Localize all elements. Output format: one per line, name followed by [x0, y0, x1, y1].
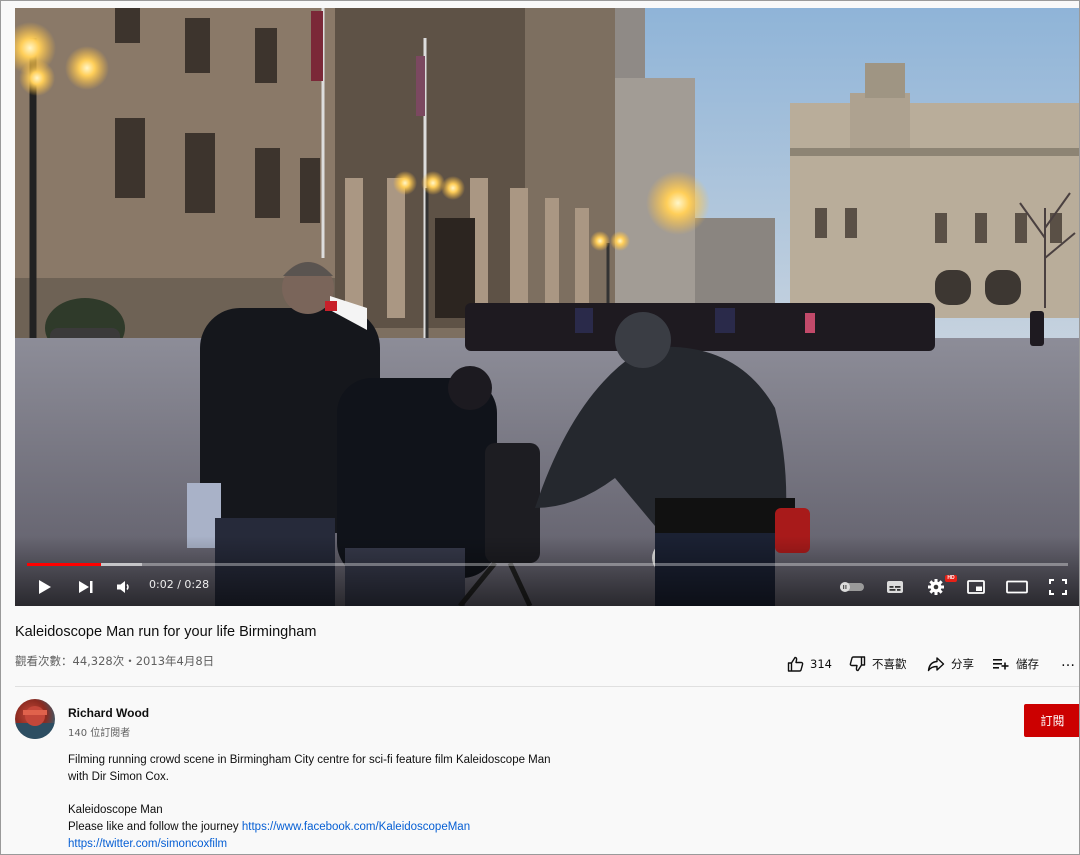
description-line-3: Kaleidoscope Man	[68, 804, 163, 816]
channel-name[interactable]: Richard Wood	[68, 706, 149, 720]
like-button[interactable]: 314	[787, 653, 832, 675]
subtitles-icon	[887, 581, 903, 593]
progress-played	[27, 563, 102, 566]
description-line-5: https://twitter.com/simoncoxfilm	[68, 836, 227, 853]
dislike-button[interactable]: 不喜歡	[849, 653, 907, 675]
miniplayer-icon	[967, 580, 985, 594]
video-title: Kaleidoscope Man run for your life Birmi…	[15, 624, 317, 640]
youtube-watch-page: 0:02 / 0:28 HD Kaleidoscope Man run for …	[0, 0, 1080, 855]
controls-gradient	[15, 536, 1079, 606]
settings-icon	[928, 579, 944, 595]
channel-avatar[interactable]	[15, 699, 55, 739]
time-separator: /	[173, 578, 185, 591]
description-line-2: with Dir Simon Cox.	[68, 771, 169, 783]
next-button[interactable]	[74, 573, 98, 601]
description-follow-text: Please like and follow the journey	[68, 821, 242, 833]
more-icon: …	[1061, 654, 1075, 670]
subscriber-count: 140 位訂閱者	[68, 728, 131, 739]
hd-badge: HD	[945, 575, 957, 582]
duration: 0:28	[184, 578, 210, 591]
fullscreen-icon	[1049, 579, 1067, 595]
twitter-link[interactable]: https://twitter.com/simoncoxfilm	[68, 838, 227, 850]
share-label: 分享	[951, 657, 974, 671]
progress-bar[interactable]	[27, 563, 1068, 566]
avatar-image	[15, 706, 55, 739]
volume-icon	[117, 581, 129, 593]
thumbs-up-icon	[787, 656, 804, 672]
theater-mode-button[interactable]	[1003, 573, 1031, 601]
description-line-4: Please like and follow the journey https…	[68, 819, 470, 836]
subscribe-button[interactable]: 訂閱	[1024, 704, 1079, 737]
save-label: 儲存	[1016, 657, 1039, 671]
section-divider	[15, 686, 1079, 687]
save-button[interactable]: 儲存	[992, 653, 1039, 675]
play-icon	[39, 580, 51, 594]
like-count: 314	[810, 657, 832, 671]
fullscreen-button[interactable]	[1045, 573, 1071, 601]
autoplay-toggle[interactable]	[837, 573, 867, 601]
subtitles-button[interactable]	[882, 573, 908, 601]
share-button[interactable]: 分享	[927, 653, 974, 675]
video-player[interactable]: 0:02 / 0:28 HD	[15, 8, 1079, 606]
add-to-playlist-icon	[993, 659, 1009, 670]
miniplayer-button[interactable]	[963, 573, 989, 601]
thumbs-down-icon	[849, 656, 866, 672]
description-line-1: Filming running crowd scene in Birmingha…	[68, 754, 551, 766]
time-display: 0:02 / 0:28	[149, 578, 209, 591]
next-icon	[79, 581, 93, 593]
video-frame	[15, 8, 1079, 606]
current-time: 0:02	[149, 578, 174, 591]
theater-mode-icon	[1006, 580, 1028, 594]
view-count-and-date: 觀看次數：44,328次・2013年4月8日	[15, 654, 215, 668]
volume-button[interactable]	[112, 573, 136, 601]
more-actions-button[interactable]: …	[1061, 651, 1075, 673]
share-icon	[927, 657, 945, 672]
autoplay-toggle-icon	[840, 582, 864, 592]
play-button[interactable]	[33, 573, 57, 601]
facebook-link[interactable]: https://www.facebook.com/KaleidoscopeMan	[242, 821, 470, 833]
dislike-label: 不喜歡	[872, 657, 907, 671]
